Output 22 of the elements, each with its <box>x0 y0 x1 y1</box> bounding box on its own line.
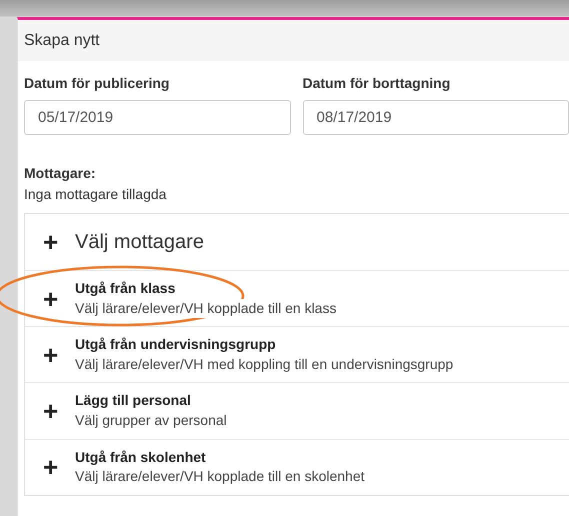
option-title: Utgå från klass <box>75 279 176 299</box>
plus-icon: + <box>43 286 75 312</box>
option-title: Välj mottagare <box>75 230 204 255</box>
plus-icon: + <box>43 229 75 255</box>
panel-title: Skapa nytt <box>18 20 569 61</box>
recipient-option[interactable]: + Utgå från undervisningsgrupp Välj lärare/elever/VH med koppling till en undervisningsgrupp <box>25 326 569 382</box>
recipients-status: Inga mottagare tillagda <box>24 185 168 204</box>
recipient-option[interactable]: + Lägg till personal Välj grupper av personal <box>25 382 569 439</box>
recipient-option[interactable]: + Utgå från skolenhet Välj lärare/elever/VH kopplade till en skolenhet <box>25 438 569 495</box>
date-label: Datum för borttagning <box>302 74 452 93</box>
plus-icon: + <box>43 342 75 368</box>
option-title: Utgå från skolenhet <box>75 448 206 468</box>
recipient-option[interactable]: + Välj mottagare <box>25 214 569 270</box>
plus-icon: + <box>43 454 75 480</box>
recipient-option[interactable]: + Utgå från klass Välj lärare/elever/VH kopplade till en klass <box>25 270 569 326</box>
option-description: Välj lärare/elever/VH kopplade till en klass <box>75 298 336 318</box>
date-field[interactable]: 05/17/2019 <box>24 100 290 135</box>
date-field[interactable]: 08/17/2019 <box>302 100 569 135</box>
date-label: Datum för publicering <box>24 74 170 93</box>
plus-icon: + <box>43 398 75 424</box>
recipients-label: Mottagare: <box>24 164 97 183</box>
option-title: Utgå från undervisningsgrupp <box>75 335 276 355</box>
